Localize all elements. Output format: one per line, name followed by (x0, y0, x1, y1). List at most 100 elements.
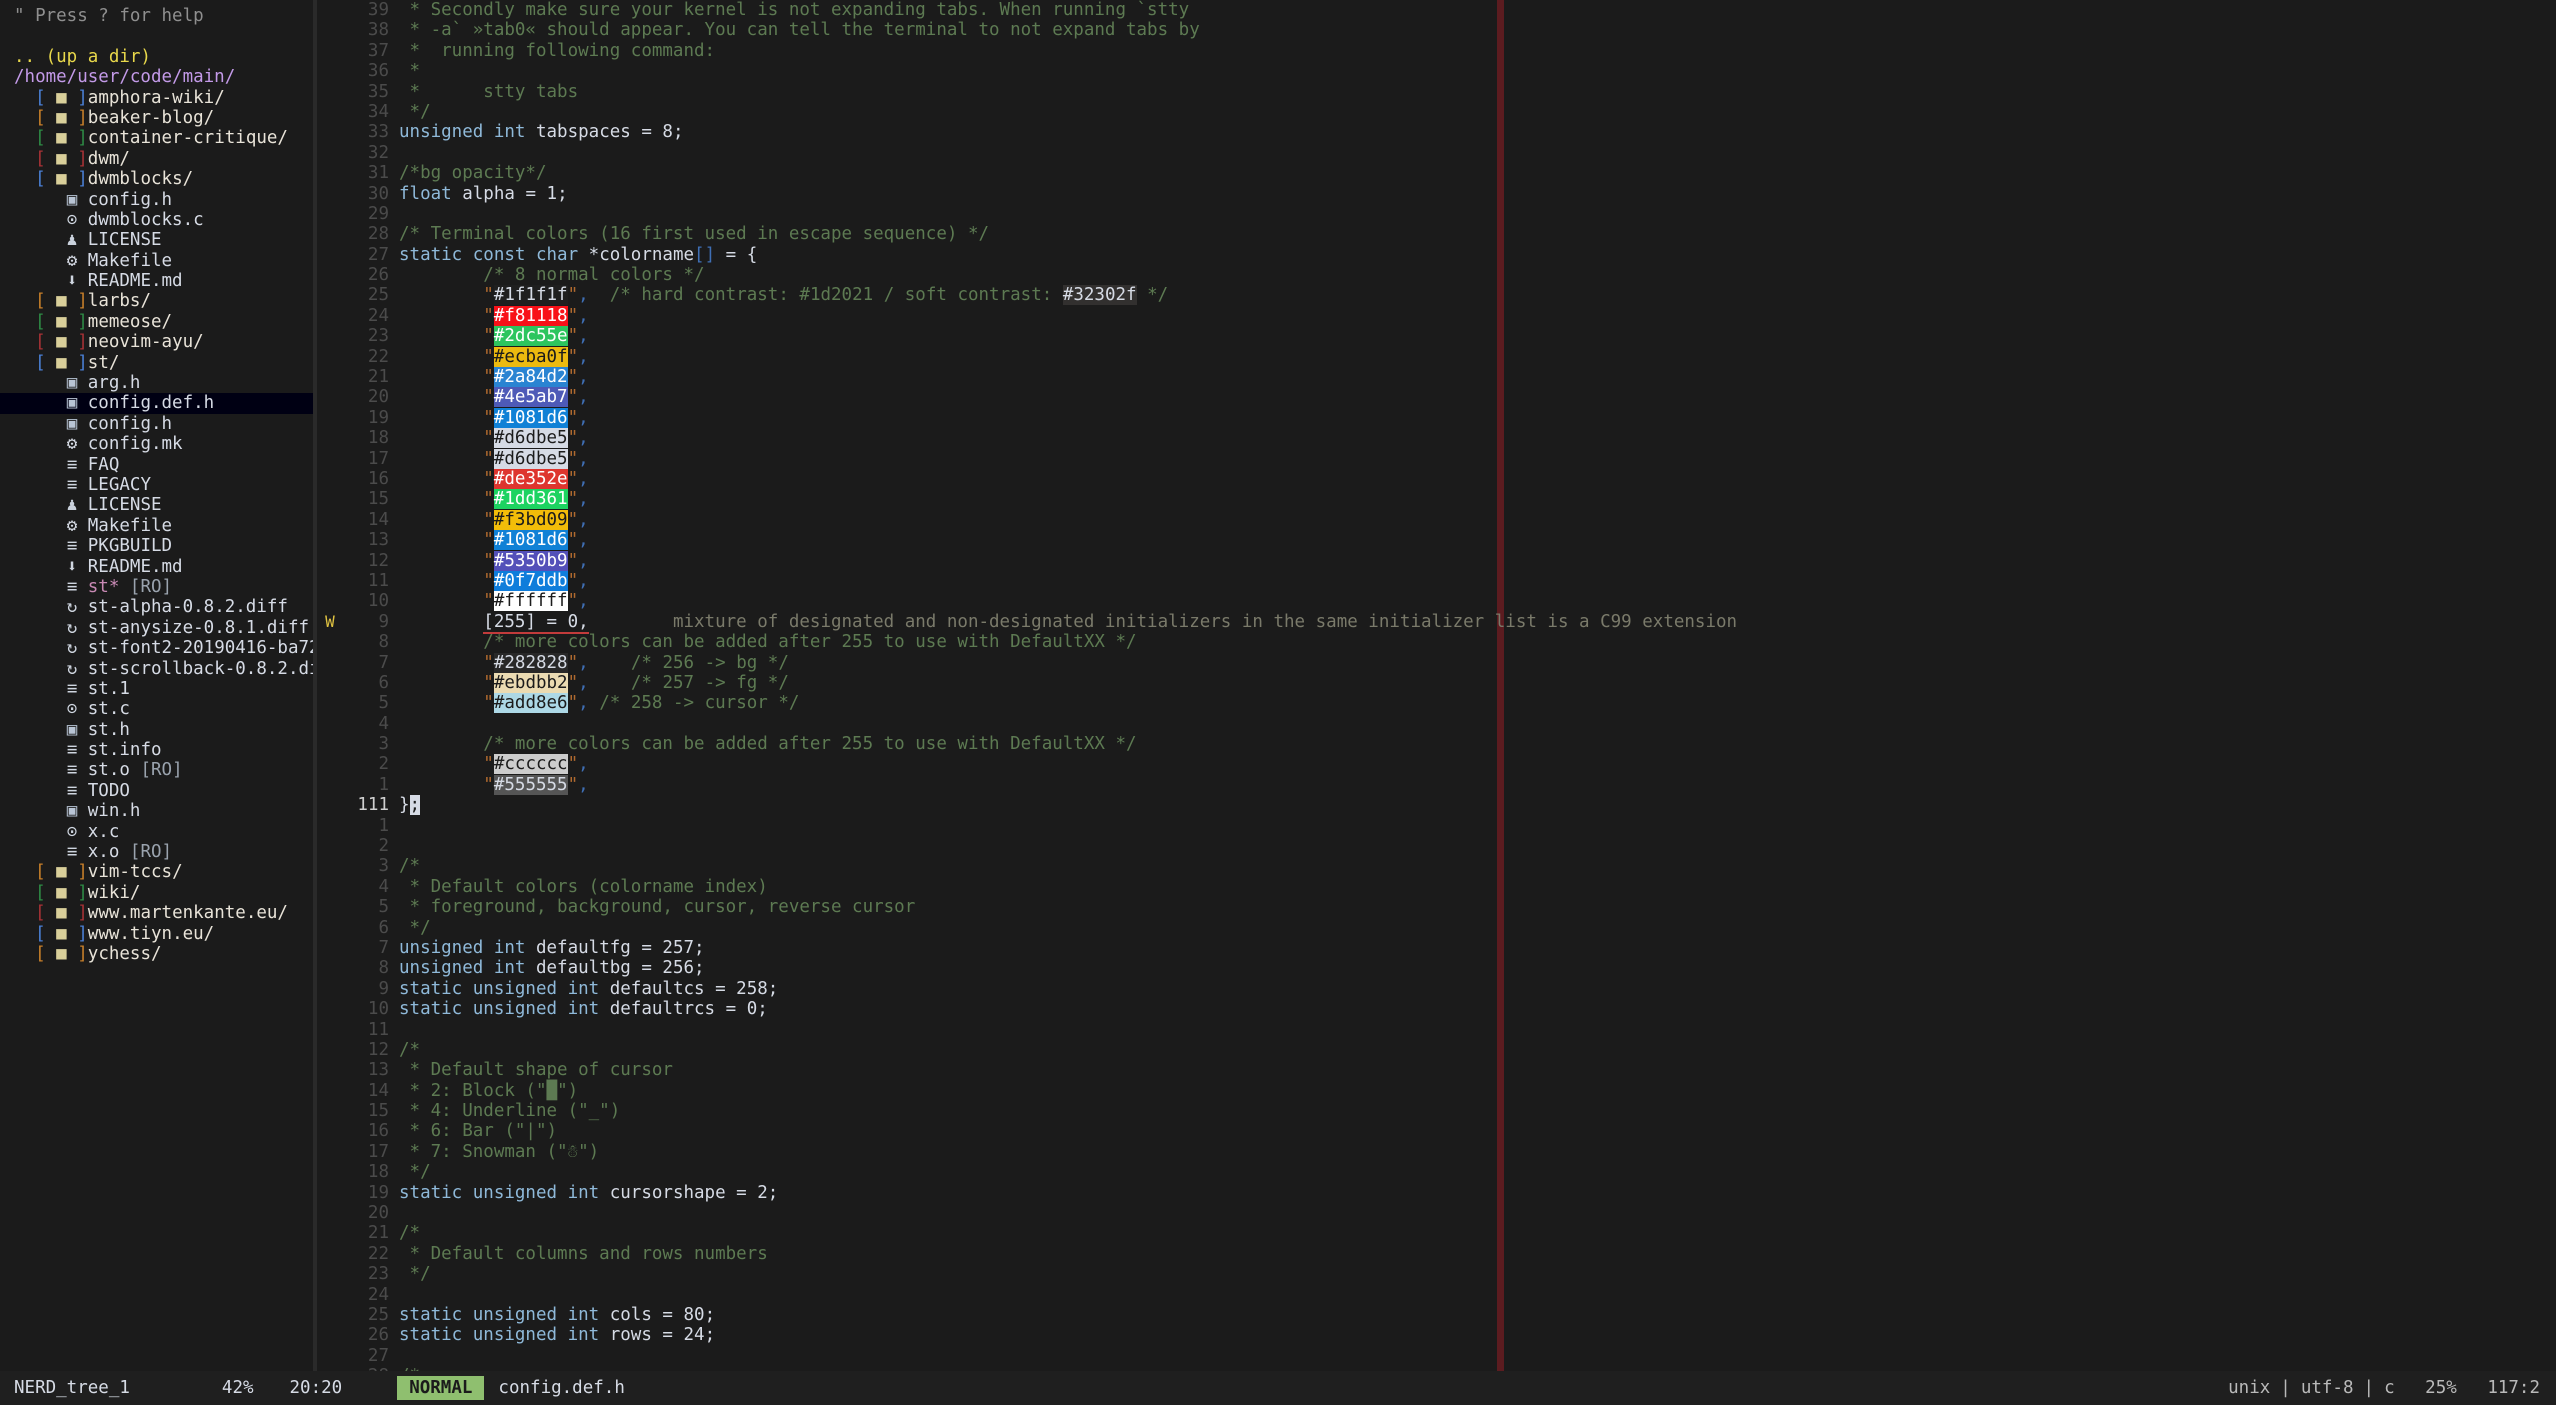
code-line[interactable]: 25 "#1f1f1f", /* hard contrast: #1d2021 … (317, 285, 2556, 306)
code-line[interactable]: 4 (317, 714, 2556, 734)
code-line[interactable]: 2 "#cccccc", (317, 754, 2556, 775)
nerdtree-item-st-o[interactable]: ≡ st.o [RO] (0, 760, 313, 780)
code-line[interactable]: 34 */ (317, 102, 2556, 122)
nerdtree-item-license[interactable]: ♟ LICENSE (0, 495, 313, 515)
nerdtree-item-pkgbuild[interactable]: ≡ PKGBUILD (0, 536, 313, 556)
nerdtree-item-st-h[interactable]: ▣ st.h (0, 720, 313, 740)
code-line[interactable]: 17 "#d6dbe5", (317, 448, 2556, 469)
code-line[interactable]: 6 */ (317, 918, 2556, 938)
nerdtree-item-www-tiyn-eu[interactable]: [ ■ ]www.tiyn.eu/ (0, 924, 313, 944)
code-line[interactable]: 11 (317, 1020, 2556, 1040)
code-line[interactable]: 30 float alpha = 1; (317, 184, 2556, 204)
code-line[interactable]: 23 "#2dc55e", (317, 326, 2556, 347)
nerdtree-item-st-1[interactable]: ≡ st.1 (0, 679, 313, 699)
code-line[interactable]: 38 * -a` »tab0« should appear. You can t… (317, 20, 2556, 40)
nerdtree-item-dwmblocks[interactable]: [ ■ ]dwmblocks/ (0, 169, 313, 189)
code-line[interactable]: 5 * foreground, background, cursor, reve… (317, 897, 2556, 917)
code-line[interactable]: 9 static unsigned int defaultcs = 258; (317, 979, 2556, 999)
code-editor[interactable]: 39 * Secondly make sure your kernel is n… (317, 0, 2556, 1371)
code-line-list[interactable]: 39 * Secondly make sure your kernel is n… (317, 0, 2556, 1371)
code-line[interactable]: 12 "#5350b9", (317, 550, 2556, 571)
code-line[interactable]: 19 "#1081d6", (317, 407, 2556, 428)
code-line[interactable]: 14 "#f3bd09", (317, 509, 2556, 530)
nerdtree-item-memeose[interactable]: [ ■ ]memeose/ (0, 312, 313, 332)
code-line[interactable]: 111}; (317, 795, 2556, 816)
code-line[interactable]: 7 "#282828", /* 256 -> bg */ (317, 652, 2556, 673)
nerdtree-item-st-c[interactable]: ⊙ st.c (0, 699, 313, 719)
nerdtree-item-st-info[interactable]: ≡ st.info (0, 740, 313, 760)
nerdtree-item-st-scrollback-0-8-2-di[interactable]: ↻ st-scrollback-0.8.2.di (0, 659, 313, 679)
code-line[interactable]: 26 /* 8 normal colors */ (317, 265, 2556, 285)
code-line[interactable]: 15 * 4: Underline ("_") (317, 1101, 2556, 1121)
nerdtree-item-faq[interactable]: ≡ FAQ (0, 455, 313, 475)
code-line[interactable]: 11 "#0f7ddb", (317, 570, 2556, 591)
code-line[interactable]: 13 * Default shape of cursor (317, 1060, 2556, 1080)
code-line[interactable]: 29 (317, 204, 2556, 224)
code-line[interactable]: W 9 [255] = 0, mixture of designated and … (317, 611, 2556, 634)
code-line[interactable]: 15 "#1dd361", (317, 489, 2556, 510)
nerdtree-sidebar[interactable]: " Press ? for help .. (up a dir) /home/u… (0, 0, 313, 1371)
code-line[interactable]: 33 unsigned int tabspaces = 8; (317, 122, 2556, 142)
nerdtree-item-dwmblocks-c[interactable]: ⊙ dwmblocks.c (0, 210, 313, 230)
code-line[interactable]: 3 /* (317, 856, 2556, 876)
code-line[interactable]: 32 (317, 143, 2556, 163)
nerdtree-item-makefile[interactable]: ⚙ Makefile (0, 516, 313, 536)
nerdtree-item-container-critique[interactable]: [ ■ ]container-critique/ (0, 128, 313, 148)
code-line[interactable]: 23 */ (317, 1264, 2556, 1284)
nerdtree-item-readme-md[interactable]: ⬇ README.md (0, 271, 313, 291)
code-line[interactable]: 7 unsigned int defaultfg = 257; (317, 938, 2556, 958)
code-line[interactable]: 14 * 2: Block ("█") (317, 1081, 2556, 1101)
code-line[interactable]: 1 (317, 816, 2556, 836)
nerdtree-item-wiki[interactable]: [ ■ ]wiki/ (0, 883, 313, 903)
code-line[interactable]: 24 (317, 1285, 2556, 1305)
nerdtree-item-ychess[interactable]: [ ■ ]ychess/ (0, 944, 313, 964)
code-line[interactable]: 27 (317, 1346, 2556, 1366)
nerdtree-item-readme-md[interactable]: ⬇ README.md (0, 557, 313, 577)
nerdtree-item-st[interactable]: ≡ st* [RO] (0, 577, 313, 597)
nerdtree-item-beaker-blog[interactable]: [ ■ ]beaker-blog/ (0, 108, 313, 128)
code-line[interactable]: 22 * Default columns and rows numbers (317, 1244, 2556, 1264)
code-line[interactable]: 16 "#de352e", (317, 468, 2556, 489)
nerdtree-item-config-mk[interactable]: ⚙ config.mk (0, 434, 313, 454)
nerdtree-item-config-h[interactable]: ▣ config.h (0, 414, 313, 434)
code-line[interactable]: 21 "#2a84d2", (317, 367, 2556, 388)
code-line[interactable]: 16 * 6: Bar ("|") (317, 1121, 2556, 1141)
nerdtree-item-st-font2-20190416-ba72[interactable]: ↻ st-font2-20190416-ba72 (0, 638, 313, 658)
code-line[interactable]: 27 static const char *colorname[] = { (317, 245, 2556, 265)
code-line[interactable]: 20 (317, 1203, 2556, 1223)
nerdtree-up-a-dir[interactable]: .. (up a dir) (0, 47, 313, 67)
code-line[interactable]: 4 * Default colors (colorname index) (317, 877, 2556, 897)
code-line[interactable]: 8 /* more colors can be added after 255 … (317, 632, 2556, 652)
nerdtree-item-dwm[interactable]: [ ■ ]dwm/ (0, 149, 313, 169)
code-line[interactable]: 39 * Secondly make sure your kernel is n… (317, 0, 2556, 20)
code-line[interactable]: 28 /* Terminal colors (16 first used in e… (317, 224, 2556, 244)
code-line[interactable]: 12 /* (317, 1040, 2556, 1060)
code-line[interactable]: 18 "#d6dbe5", (317, 428, 2556, 449)
nerdtree-item-makefile[interactable]: ⚙ Makefile (0, 251, 313, 271)
code-line[interactable]: 8 unsigned int defaultbg = 256; (317, 958, 2556, 978)
code-line[interactable]: 5 "#add8e6", /* 258 -> cursor */ (317, 693, 2556, 714)
code-line[interactable]: 24 "#f81118", (317, 305, 2556, 326)
code-line[interactable]: 26 static unsigned int rows = 24; (317, 1325, 2556, 1345)
code-line[interactable]: 1 "#555555", (317, 774, 2556, 795)
code-line[interactable]: 2 (317, 836, 2556, 856)
code-line[interactable]: 18 */ (317, 1162, 2556, 1182)
code-line[interactable]: 25 static unsigned int cols = 80; (317, 1305, 2556, 1325)
nerdtree-item-larbs[interactable]: [ ■ ]larbs/ (0, 291, 313, 311)
nerdtree-item-x-c[interactable]: ⊙ x.c (0, 822, 313, 842)
code-line[interactable]: 37 * running following command: (317, 41, 2556, 61)
nerdtree-item-www-martenkante-eu[interactable]: [ ■ ]www.martenkante.eu/ (0, 903, 313, 923)
code-line[interactable]: 17 * 7: Snowman ("☃") (317, 1142, 2556, 1162)
nerdtree-item-x-o[interactable]: ≡ x.o [RO] (0, 842, 313, 862)
nerdtree-item-st[interactable]: [ ■ ]st/ (0, 353, 313, 373)
nerdtree-item-todo[interactable]: ≡ TODO (0, 781, 313, 801)
code-line[interactable]: 10 static unsigned int defaultrcs = 0; (317, 999, 2556, 1019)
code-line[interactable]: 36 * (317, 61, 2556, 81)
code-line[interactable]: 3 /* more colors can be added after 255 … (317, 734, 2556, 754)
code-line[interactable]: 31 /*bg opacity*/ (317, 163, 2556, 183)
code-line[interactable]: 22 "#ecba0f", (317, 346, 2556, 367)
nerdtree-item-amphora-wiki[interactable]: [ ■ ]amphora-wiki/ (0, 88, 313, 108)
nerdtree-item-win-h[interactable]: ▣ win.h (0, 801, 313, 821)
code-line[interactable]: 20 "#4e5ab7", (317, 387, 2556, 408)
code-line[interactable]: 13 "#1081d6", (317, 530, 2556, 551)
